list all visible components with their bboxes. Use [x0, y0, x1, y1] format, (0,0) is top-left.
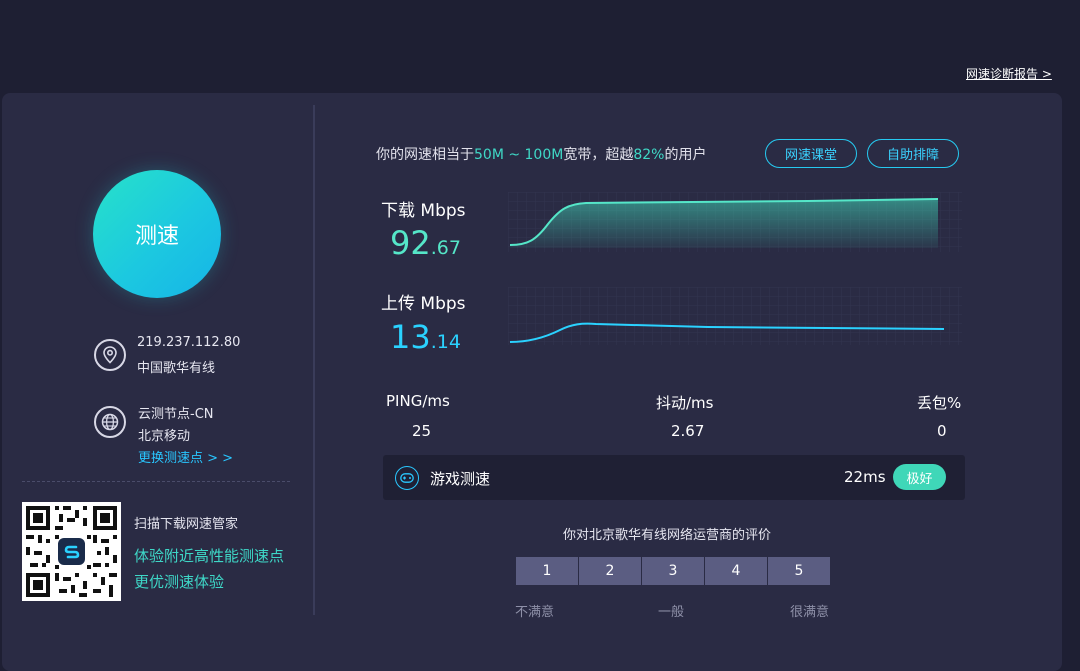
download-speed-chart — [508, 192, 962, 252]
rating-options: 1 2 3 4 5 — [516, 557, 831, 585]
packet-loss-value: 0 — [937, 422, 947, 440]
ip-address: 219.237.112.80 — [137, 335, 241, 350]
diagnosis-report-link[interactable]: 网速诊断报告 > — [966, 65, 1052, 82]
location-pin-icon — [94, 339, 126, 371]
game-speed-test-bar[interactable]: 游戏测速 22ms 极好 — [383, 455, 965, 500]
game-speed-test-label: 游戏测速 — [430, 470, 491, 488]
rating-option-3[interactable]: 3 — [642, 557, 704, 585]
download-label: 下载 Mbps — [381, 201, 466, 221]
rating-low-caption: 不满意 — [515, 605, 555, 620]
start-speed-test-button[interactable]: 测速 — [93, 170, 221, 298]
summary-middle: 宽带，超越 — [563, 147, 634, 163]
game-quality-badge: 极好 — [893, 464, 946, 490]
speed-test-button-label: 测速 — [134, 224, 179, 249]
jitter-label: 抖动/ms — [656, 394, 714, 412]
isp-name: 中国歌华有线 — [137, 361, 216, 376]
speed-course-button[interactable]: 网速课堂 — [765, 139, 857, 168]
ping-value: 25 — [412, 422, 432, 440]
summary-percent: 82% — [633, 147, 665, 163]
speed-summary: 你的网速相当于50M ~ 100M宽带，超越82%的用户 — [376, 144, 706, 164]
rating-high-caption: 很满意 — [790, 605, 830, 620]
upload-speed-int: 13 — [390, 318, 431, 356]
rating-option-4[interactable]: 4 — [705, 557, 767, 585]
upload-label: 上传 Mbps — [381, 294, 466, 314]
qr-code-icon — [22, 502, 121, 601]
download-speed-dec: .67 — [430, 237, 461, 259]
rating-question: 你对北京歌华有线网络运营商的评价 — [563, 528, 772, 543]
summary-prefix: 你的网速相当于 — [376, 147, 474, 163]
self-troubleshoot-label: 自助排障 — [886, 148, 939, 163]
jitter-value: 2.67 — [671, 422, 705, 440]
summary-bandwidth: 50M ~ 100M — [474, 147, 564, 163]
vertical-divider — [313, 105, 315, 615]
upload-chart-grid — [508, 287, 962, 345]
test-node-isp: 北京移动 — [138, 429, 191, 444]
rating-option-1[interactable]: 1 — [516, 557, 578, 585]
dashed-divider — [22, 481, 290, 482]
app-logo-icon — [58, 538, 85, 565]
download-speed-int: 92 — [390, 224, 431, 262]
speed-course-label: 网速课堂 — [784, 148, 837, 163]
qr-download-text: 扫描下载网速管家 — [134, 517, 239, 532]
rating-option-2[interactable]: 2 — [579, 557, 641, 585]
upload-speed-chart — [508, 287, 962, 345]
promo-line-1: 体验附近高性能测速点 — [134, 547, 285, 565]
test-node-name: 云测节点-CN — [138, 407, 214, 422]
promo-line-2: 更优测速体验 — [134, 573, 225, 591]
globe-icon — [94, 406, 126, 438]
packet-loss-label: 丢包% — [917, 394, 962, 412]
ping-label: PING/ms — [386, 392, 450, 410]
gamepad-icon — [395, 466, 419, 490]
self-troubleshoot-button[interactable]: 自助排障 — [867, 139, 959, 168]
summary-suffix: 的用户 — [664, 147, 707, 163]
rating-option-5[interactable]: 5 — [768, 557, 830, 585]
game-latency: 22ms — [844, 468, 886, 486]
upload-speed: 13.14 — [390, 318, 461, 356]
rating-mid-caption: 一般 — [658, 605, 685, 620]
download-speed: 92.67 — [390, 224, 461, 262]
upload-speed-dec: .14 — [430, 331, 461, 353]
download-chart-area — [510, 199, 938, 248]
change-test-node-link[interactable]: 更换测速点 > > — [138, 447, 233, 466]
